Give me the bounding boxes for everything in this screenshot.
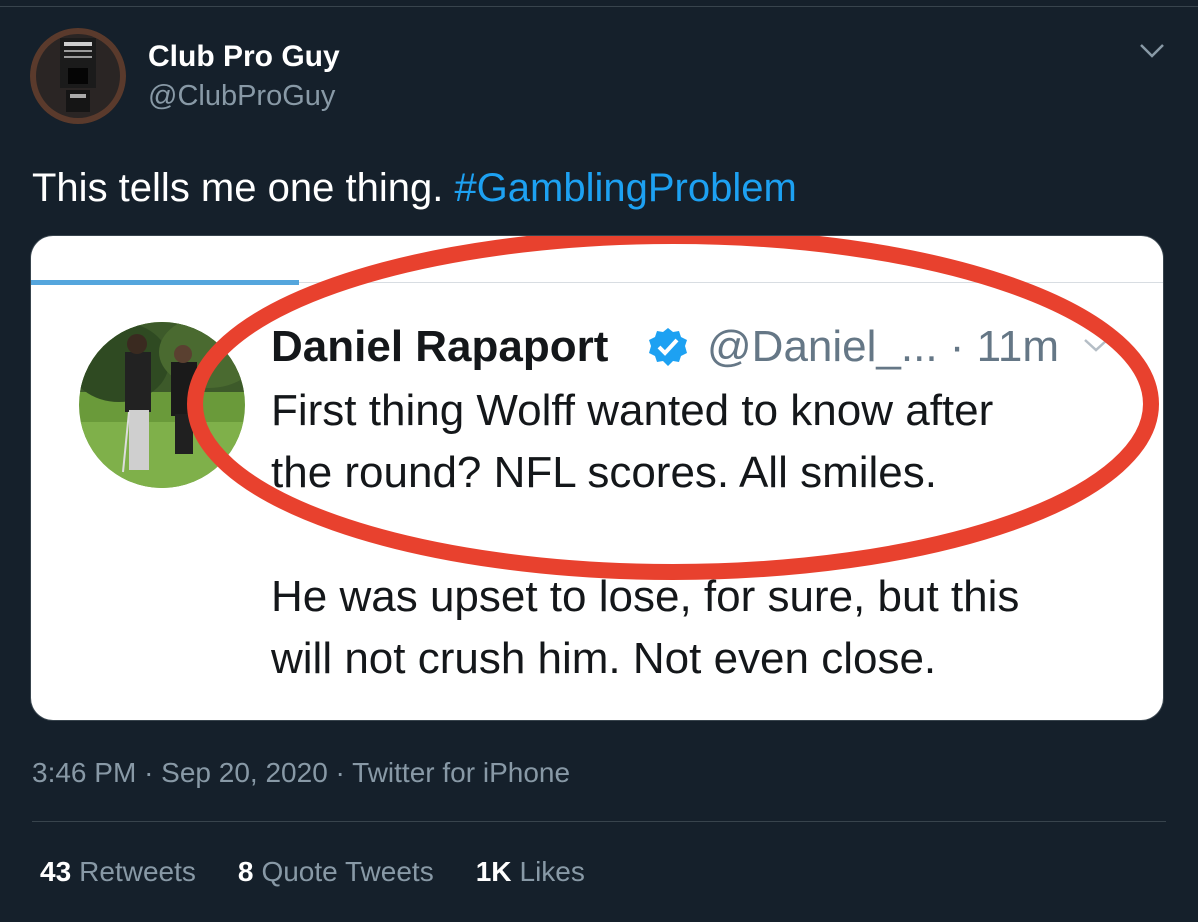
tweet-metadata: 3:46 PM · Sep 20, 2020 · Twitter for iPh… xyxy=(32,757,570,789)
embedded-text-line-4: will not crush him. Not even close. xyxy=(271,634,937,683)
meta-separator: · xyxy=(144,757,154,788)
verified-badge-icon xyxy=(647,326,689,368)
active-tab-indicator xyxy=(31,280,299,285)
top-border xyxy=(0,6,1198,7)
embedded-author-name: Daniel Rapaport xyxy=(271,322,609,371)
engagement-stats: 43 Retweets 8 Quote Tweets 1K Likes xyxy=(40,856,627,888)
author-avatar[interactable] xyxy=(30,28,126,124)
embedded-text-line-1: First thing Wolff wanted to know after xyxy=(271,386,994,435)
embedded-author-handle: @Daniel_... xyxy=(707,322,938,371)
attached-image[interactable]: Daniel Rapaport @Daniel_... · 11m First … xyxy=(31,236,1163,720)
embedded-text-line-2: the round? NFL scores. All smiles. xyxy=(271,448,937,497)
author-handle[interactable]: @ClubProGuy xyxy=(148,79,335,113)
divider xyxy=(32,821,1166,822)
likes-label: Likes xyxy=(519,856,585,887)
retweets-stat[interactable]: 43 Retweets xyxy=(40,856,196,888)
quote-tweets-stat[interactable]: 8 Quote Tweets xyxy=(238,856,434,888)
embedded-chevron-icon xyxy=(1081,336,1111,356)
tab-bar-rule xyxy=(299,282,1163,283)
retweets-count: 43 xyxy=(40,856,72,887)
hashtag-link[interactable]: #GamblingProblem xyxy=(454,166,796,210)
meta-separator: · xyxy=(335,757,345,788)
tweet-source[interactable]: Twitter for iPhone xyxy=(352,757,570,788)
tweet-detail: Club Pro Guy @ClubProGuy This tells me o… xyxy=(0,0,1198,922)
quote-tweets-count: 8 xyxy=(237,856,254,887)
embedded-author-avatar xyxy=(79,322,245,488)
tweet-body: This tells me one thing. xyxy=(32,166,444,210)
embedded-text-line-3: He was upset to lose, for sure, but this xyxy=(271,572,1020,621)
likes-count: 1K xyxy=(475,856,512,887)
embedded-time-ago: · 11m xyxy=(949,322,1060,371)
likes-stat[interactable]: 1K Likes xyxy=(476,856,585,888)
chevron-down-icon[interactable] xyxy=(1138,40,1166,62)
tweet-date: Sep 20, 2020 xyxy=(161,757,328,788)
quote-tweets-label: Quote Tweets xyxy=(261,856,434,887)
retweets-label: Retweets xyxy=(79,856,196,887)
cropped-tab-divider xyxy=(599,236,602,242)
tweet-text: This tells me one thing. #GamblingProble… xyxy=(32,165,797,211)
author-display-name[interactable]: Club Pro Guy xyxy=(148,40,340,74)
embedded-author-meta: @Daniel_... · 11m xyxy=(707,322,1059,372)
tweet-timestamp[interactable]: 3:46 PM · Sep 20, 2020 xyxy=(32,757,336,788)
tweet-time: 3:46 PM xyxy=(32,757,137,788)
